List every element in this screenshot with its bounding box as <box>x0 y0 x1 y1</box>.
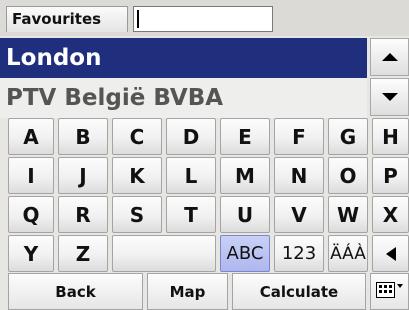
key-p[interactable]: P <box>372 157 409 194</box>
key-s[interactable]: S <box>112 196 162 233</box>
favourites-tab[interactable]: Favourites <box>6 6 128 32</box>
key-e[interactable]: E <box>220 118 270 155</box>
key-h[interactable]: H <box>372 118 409 155</box>
mode-accent-button[interactable]: ÄÁÀ <box>328 235 368 272</box>
key-v[interactable]: V <box>274 196 324 233</box>
key-l[interactable]: L <box>166 157 216 194</box>
key-i[interactable]: I <box>8 157 54 194</box>
calculate-button[interactable]: Calculate <box>232 273 366 310</box>
backspace-key[interactable] <box>372 235 409 272</box>
result-item-london[interactable]: London <box>0 38 367 78</box>
key-q[interactable]: Q <box>8 196 54 233</box>
key-m[interactable]: M <box>220 157 270 194</box>
key-o[interactable]: O <box>328 157 368 194</box>
space-key[interactable] <box>112 235 216 272</box>
key-c[interactable]: C <box>112 118 162 155</box>
key-a[interactable]: A <box>8 118 54 155</box>
left-arrow-icon <box>386 247 396 261</box>
key-u[interactable]: U <box>220 196 270 233</box>
favourites-input[interactable] <box>133 6 273 32</box>
key-f[interactable]: F <box>274 118 324 155</box>
key-w[interactable]: W <box>328 196 368 233</box>
key-k[interactable]: K <box>112 157 162 194</box>
key-g[interactable]: G <box>328 118 368 155</box>
key-z[interactable]: Z <box>58 235 108 272</box>
keyboard-menu-button[interactable] <box>370 273 409 310</box>
back-button[interactable]: Back <box>8 273 143 310</box>
key-b[interactable]: B <box>58 118 108 155</box>
mode-123-button[interactable]: 123 <box>274 235 324 272</box>
key-t[interactable]: T <box>166 196 216 233</box>
scroll-up-button[interactable] <box>370 38 409 76</box>
map-button[interactable]: Map <box>147 273 228 310</box>
text-cursor <box>137 10 139 28</box>
key-n[interactable]: N <box>274 157 324 194</box>
mode-abc-button[interactable]: ABC <box>220 235 270 272</box>
key-y[interactable]: Y <box>8 235 54 272</box>
keyboard-icon <box>376 282 403 298</box>
up-arrow-icon <box>382 53 398 61</box>
key-r[interactable]: R <box>58 196 108 233</box>
key-j[interactable]: J <box>58 157 108 194</box>
key-x[interactable]: X <box>372 196 409 233</box>
result-item-ptv[interactable]: PTV België BVBA <box>0 78 367 118</box>
down-arrow-icon <box>382 93 398 101</box>
key-d[interactable]: D <box>166 118 216 155</box>
scroll-down-button[interactable] <box>370 78 409 116</box>
